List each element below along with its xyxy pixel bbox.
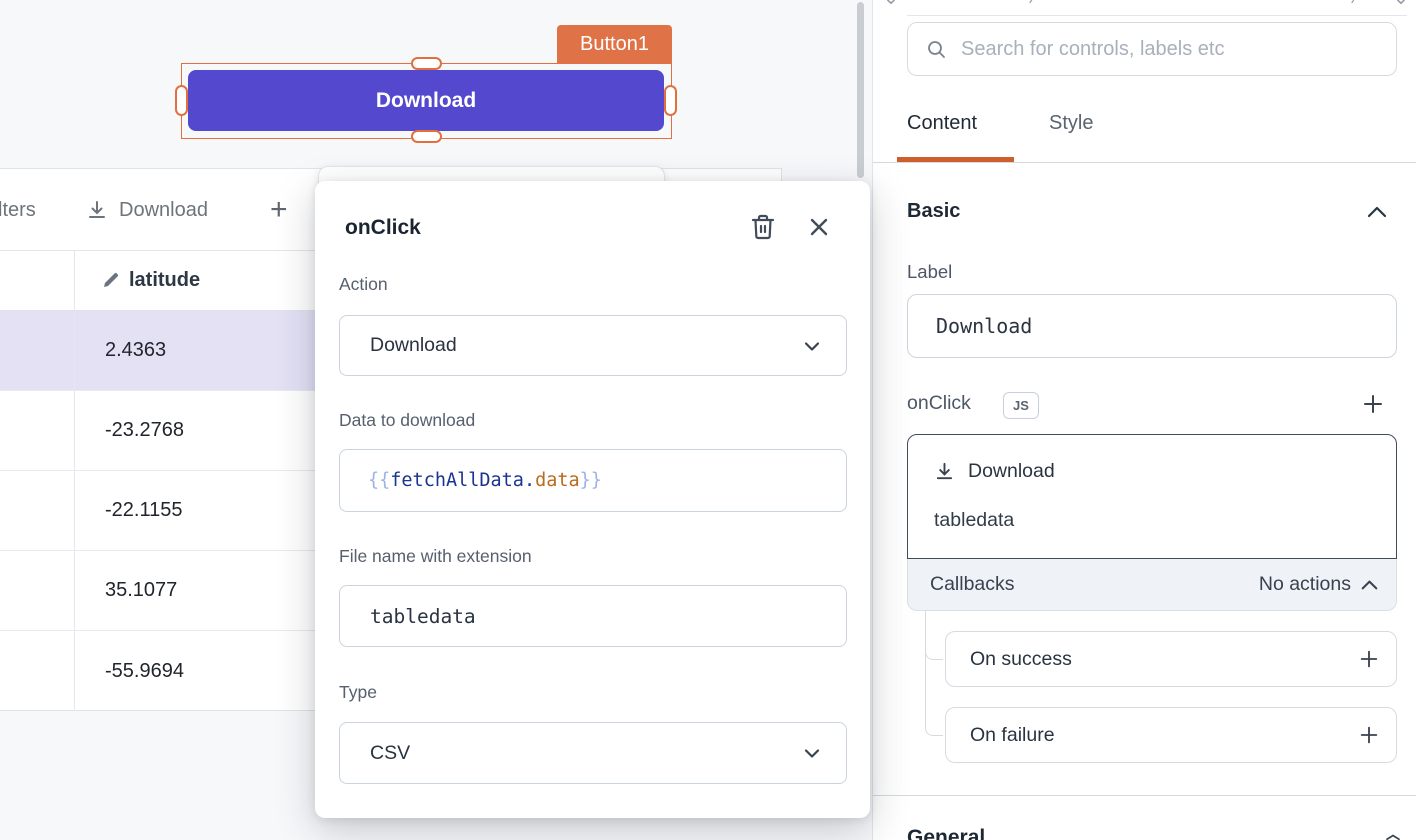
download-tray-icon	[86, 199, 108, 221]
cell-latitude[interactable]: -22.1155	[105, 471, 182, 550]
divider	[873, 795, 1416, 796]
cell-latitude[interactable]: -23.2768	[105, 391, 184, 470]
configured-action-card[interactable]: Download tabledata	[907, 434, 1397, 559]
label-input-value: Download	[936, 314, 1032, 338]
column-header-latitude[interactable]: latitude	[102, 251, 200, 310]
download-button-widget[interactable]: Download	[188, 70, 664, 131]
filename-field-label: File name with extension	[339, 546, 532, 567]
index-cell[interactable]	[0, 471, 75, 550]
filename-value: tabledata	[370, 605, 476, 628]
close-popover-button[interactable]	[801, 209, 837, 245]
property-search-input[interactable]: Search for controls, labels etc	[907, 22, 1397, 76]
canvas-scrollbar-thumb[interactable]	[857, 2, 864, 178]
popover-title: onClick	[345, 216, 421, 240]
column-header-label: latitude	[129, 269, 200, 292]
index-cell[interactable]	[0, 551, 75, 630]
chevron-down-icon	[802, 743, 822, 763]
onclick-action-popover: onClick Action Download Data to download…	[315, 181, 870, 818]
clipped-glyph: ∕	[1355, 0, 1358, 9]
divider	[907, 15, 1407, 16]
clipped-glyph: ⌄	[883, 0, 899, 10]
clipped-glyph: ⌄	[1393, 0, 1409, 10]
search-icon	[926, 39, 947, 60]
add-action-button[interactable]	[1357, 388, 1389, 420]
table-download-label: Download	[119, 199, 208, 222]
tab-content[interactable]: Content	[907, 112, 977, 135]
type-select[interactable]: CSV	[339, 722, 847, 784]
filters-label: lters	[0, 199, 36, 222]
index-cell[interactable]	[0, 391, 75, 470]
action-card-type: Download	[968, 460, 1055, 483]
close-icon	[808, 216, 830, 238]
index-header-cell	[0, 251, 75, 310]
label-input[interactable]: Download	[907, 294, 1397, 358]
section-basic-heading[interactable]: Basic	[907, 200, 960, 223]
code-close-brace: }}	[580, 470, 602, 491]
type-select-value: CSV	[370, 742, 802, 765]
on-failure-label: On failure	[970, 724, 1358, 747]
pencil-icon	[102, 272, 119, 289]
download-tray-icon	[934, 461, 955, 482]
callbacks-status: No actions	[1259, 573, 1351, 596]
filename-input[interactable]: tabledata	[339, 585, 847, 647]
data-to-download-input[interactable]: {{fetchAllData.data}}	[339, 449, 847, 512]
resize-handle-bottom[interactable]	[411, 130, 442, 143]
chevron-up-icon	[1361, 579, 1378, 591]
table-download-button[interactable]: Download	[86, 169, 208, 251]
tree-connector	[925, 611, 943, 736]
section-general-heading[interactable]: General	[907, 826, 985, 840]
chevron-up-icon-clipped[interactable]	[1385, 834, 1401, 840]
on-failure-row[interactable]: On failure	[945, 707, 1397, 763]
plus-icon[interactable]	[1358, 724, 1380, 746]
code-entity: fetchAllData	[390, 470, 524, 491]
code-property: data	[535, 470, 580, 491]
chevron-up-icon[interactable]	[1367, 205, 1387, 219]
trash-icon	[750, 213, 776, 241]
code-open-brace: {{	[368, 470, 390, 491]
chevron-down-icon	[802, 336, 822, 356]
cell-latitude[interactable]: -55.9694	[105, 631, 184, 711]
cell-latitude[interactable]: 35.1077	[105, 551, 177, 630]
plus-icon: +	[270, 193, 288, 227]
index-cell[interactable]	[0, 311, 75, 390]
property-pane: ⌄ ∕ ∕ ⌄ Search for controls, labels etc …	[872, 0, 1416, 840]
divider	[873, 162, 1416, 163]
onclick-property-label: onClick	[907, 392, 971, 415]
on-success-row[interactable]: On success	[945, 631, 1397, 687]
clipped-glyph: ∕	[1033, 0, 1036, 9]
resize-handle-top[interactable]	[411, 57, 442, 70]
data-field-label: Data to download	[339, 410, 475, 431]
js-toggle-badge[interactable]: JS	[1003, 392, 1039, 419]
app-root: lters Download + latit	[0, 0, 1416, 840]
code-dot: .	[524, 470, 535, 491]
tab-style[interactable]: Style	[1049, 112, 1093, 135]
label-field-label: Label	[907, 261, 952, 283]
table-filters-button[interactable]: lters	[0, 169, 36, 251]
plus-icon	[1361, 392, 1385, 416]
callbacks-toggle-bar[interactable]: Callbacks No actions	[907, 559, 1397, 611]
delete-action-button[interactable]	[745, 209, 781, 245]
search-placeholder: Search for controls, labels etc	[961, 38, 1224, 61]
type-field-label: Type	[339, 682, 377, 703]
table-add-column-button[interactable]: +	[270, 169, 288, 251]
resize-handle-right[interactable]	[664, 85, 677, 116]
action-field-label: Action	[339, 274, 388, 295]
resize-handle-left[interactable]	[175, 85, 188, 116]
widget-name-badge: Button1	[557, 25, 672, 64]
cell-latitude[interactable]: 2.4363	[105, 311, 166, 390]
action-select[interactable]: Download	[339, 315, 847, 376]
action-card-filename: tabledata	[934, 509, 1014, 532]
action-select-value: Download	[370, 334, 802, 357]
on-success-label: On success	[970, 648, 1358, 671]
callbacks-label: Callbacks	[930, 573, 1259, 596]
plus-icon[interactable]	[1358, 648, 1380, 670]
property-pane-header-clipped: ⌄ ∕ ∕ ⌄	[873, 0, 1416, 15]
index-cell[interactable]	[0, 631, 75, 711]
